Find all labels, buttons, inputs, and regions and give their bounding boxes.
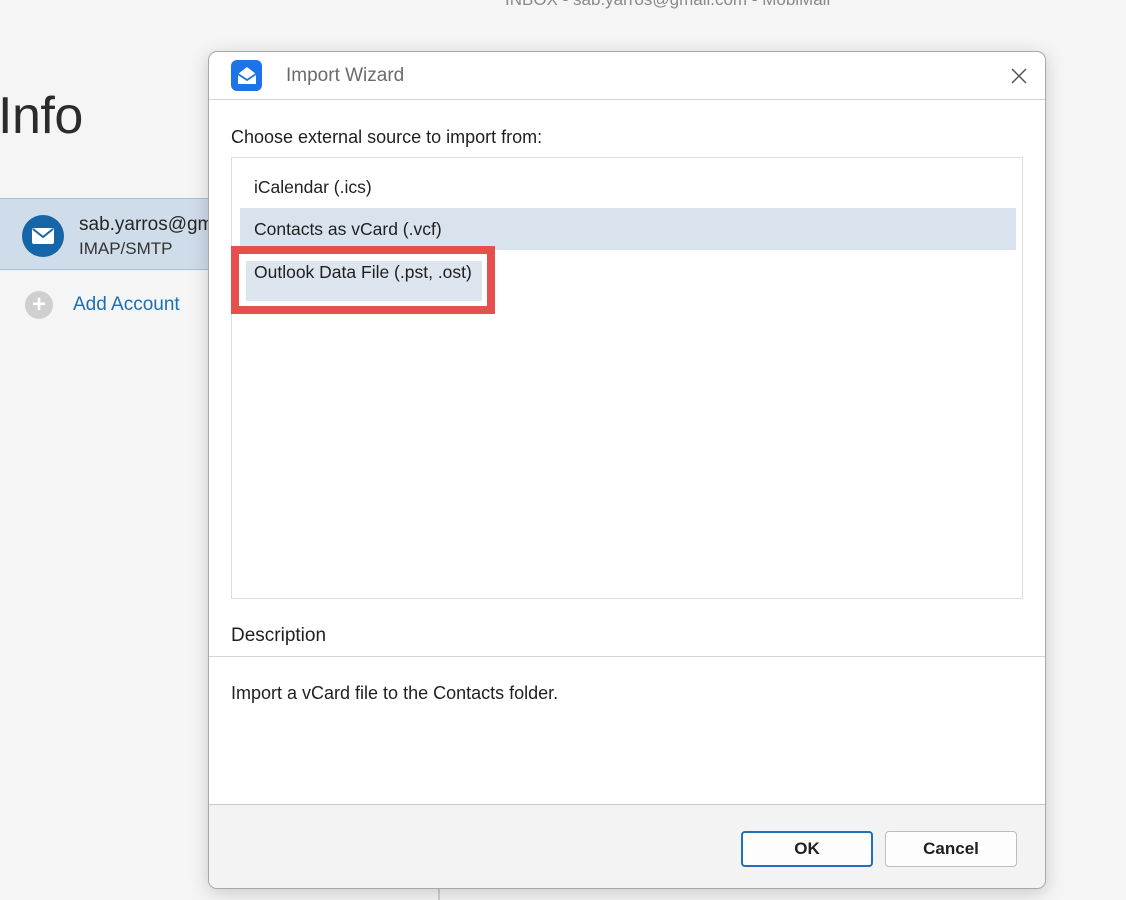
- plus-circle-icon: +: [25, 291, 53, 319]
- description-divider: [209, 656, 1045, 657]
- account-email: sab.yarros@gm: [79, 214, 214, 235]
- add-account-label: Add Account: [73, 294, 180, 315]
- source-prompt: Choose external source to import from:: [231, 127, 543, 147]
- dialog-titlebar[interactable]: Import Wizard: [209, 52, 1045, 100]
- ok-button[interactable]: OK: [741, 831, 873, 867]
- dialog-title: Import Wizard: [286, 65, 405, 86]
- dialog-footer: OK Cancel: [209, 804, 1045, 888]
- add-account-button[interactable]: + Add Account: [25, 291, 180, 319]
- window-title: INBOX - sab.yarros@gmail.com - MobiMail: [505, 0, 830, 10]
- description-text: Import a vCard file to the Contacts fold…: [231, 683, 559, 703]
- account-card[interactable]: sab.yarros@gm IMAP/SMTP: [0, 198, 240, 270]
- source-item-vcard[interactable]: Contacts as vCard (.vcf): [231, 208, 1016, 314]
- cancel-button[interactable]: Cancel: [885, 831, 1017, 867]
- import-wizard-dialog: Import Wizard Choose external source to …: [208, 51, 1046, 889]
- close-icon[interactable]: [1005, 62, 1033, 90]
- source-item-vcard-label: Contacts as vCard (.vcf): [254, 219, 442, 239]
- envelope-icon: [22, 215, 64, 257]
- account-type: IMAP/SMTP: [79, 239, 173, 258]
- source-item-icalendar[interactable]: iCalendar (.ics): [240, 166, 1016, 208]
- source-item-outlook[interactable]: Outlook Data File (.pst, .ost): [240, 251, 1016, 293]
- description-heading: Description: [231, 625, 327, 646]
- source-list[interactable]: iCalendar (.ics) Contacts as vCard (.vcf…: [231, 157, 1023, 599]
- page-title: Info: [0, 87, 83, 145]
- mail-app-icon: [231, 60, 262, 91]
